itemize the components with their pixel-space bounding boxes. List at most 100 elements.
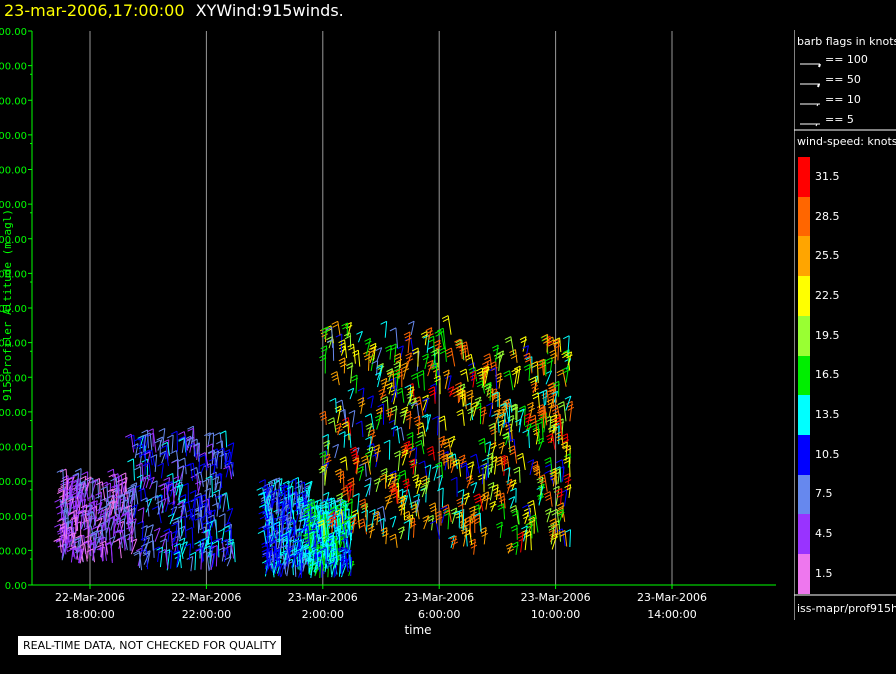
barb-flag (366, 426, 373, 430)
barb-staff (267, 511, 269, 527)
wind-barb (395, 426, 405, 441)
barb-flag (348, 410, 356, 414)
barb-flag (127, 458, 134, 463)
barb-staff (481, 465, 484, 485)
wind-barb (320, 345, 328, 360)
barb-staff (447, 509, 450, 530)
barb-flag (381, 380, 388, 385)
wind-barb (226, 507, 234, 524)
barb-flag (476, 380, 483, 385)
barb-staff (101, 481, 106, 502)
barb-flag (557, 401, 564, 406)
wind-barb (428, 386, 437, 404)
wind-barb (113, 538, 122, 559)
barb-flag (340, 363, 347, 368)
barb-flag (328, 420, 335, 425)
barb-flag (428, 502, 436, 507)
barb-staff (534, 514, 539, 533)
barb-staff (569, 529, 572, 547)
barb-flag (376, 505, 384, 510)
barb-flag (431, 415, 439, 420)
barb-staff (363, 518, 368, 535)
barb-flag (544, 494, 552, 499)
barb-flag (459, 368, 467, 373)
wind-barb (543, 491, 553, 507)
barb-staff (366, 509, 368, 532)
barb-flag (406, 431, 413, 436)
wind-barb (564, 395, 572, 411)
barb-flag (107, 468, 114, 473)
barb-flag (81, 471, 88, 476)
barb-flag (389, 536, 397, 541)
barb-flag (563, 473, 570, 478)
barb-staff (446, 454, 450, 470)
barb-flag (134, 466, 141, 471)
wind-barb (332, 443, 339, 459)
wind-barb (445, 347, 456, 367)
barb-flag (490, 431, 498, 435)
wind-barb (389, 515, 397, 528)
barb-flag (163, 477, 170, 481)
wind-barb (338, 431, 346, 448)
barb-flag (422, 356, 430, 361)
wind-barb (55, 504, 65, 519)
barb-flag (364, 413, 372, 418)
barb-flag (503, 370, 510, 375)
wind-barb (184, 543, 192, 560)
barb-staff (559, 337, 562, 353)
wind-barb (347, 343, 356, 364)
barb-flag (393, 450, 401, 455)
barb-flag (147, 428, 154, 433)
barb-flag (520, 339, 528, 344)
barb-flag (516, 531, 524, 536)
barb-flag (443, 444, 451, 449)
barb-staff (81, 535, 84, 550)
wind-barb (127, 458, 135, 481)
barb-staff (503, 503, 506, 520)
barb-flag (184, 543, 191, 548)
wind-barb (422, 515, 430, 530)
barb-flag (380, 320, 387, 325)
barb-flag (383, 439, 391, 444)
wind-barb (442, 504, 452, 523)
barb-flag (351, 509, 359, 514)
barb-staff (317, 505, 319, 520)
barb-flag (332, 377, 339, 381)
barb-flag (445, 350, 453, 355)
barb-staff (548, 398, 554, 418)
barb-flag (549, 349, 556, 354)
barb-flag (154, 439, 161, 444)
barb-staff (462, 409, 465, 426)
barb-staff (549, 491, 553, 507)
wind-barb (451, 387, 460, 404)
barb-staff (211, 475, 213, 498)
barb-flag (388, 419, 396, 424)
barb-staff (425, 414, 432, 432)
wind-barb (487, 481, 495, 501)
wind-barb (397, 526, 406, 540)
barb-staff (344, 500, 347, 520)
barb-flag (434, 342, 442, 347)
barb-flag (166, 434, 174, 439)
barb-staff (384, 321, 388, 338)
barb-staff (475, 454, 481, 474)
barb-staff (200, 471, 204, 487)
barb-flag (403, 519, 411, 524)
wind-barb (137, 520, 144, 541)
barb-flag (423, 480, 431, 485)
barb-flag (331, 374, 338, 378)
barb-flag (339, 342, 346, 347)
barb-staff (441, 487, 444, 508)
barb-flag (543, 491, 551, 496)
barb-staff (159, 547, 164, 568)
wind-barb (156, 436, 164, 451)
wind-barb (389, 533, 398, 548)
barb-flag (206, 443, 213, 448)
barb-staff (433, 386, 436, 404)
wind-barb (426, 446, 435, 461)
wind-barb (450, 476, 458, 497)
barb-staff (191, 527, 194, 549)
barb-flag (544, 470, 551, 475)
barb-flag (399, 472, 407, 477)
barb-flag (358, 400, 365, 405)
